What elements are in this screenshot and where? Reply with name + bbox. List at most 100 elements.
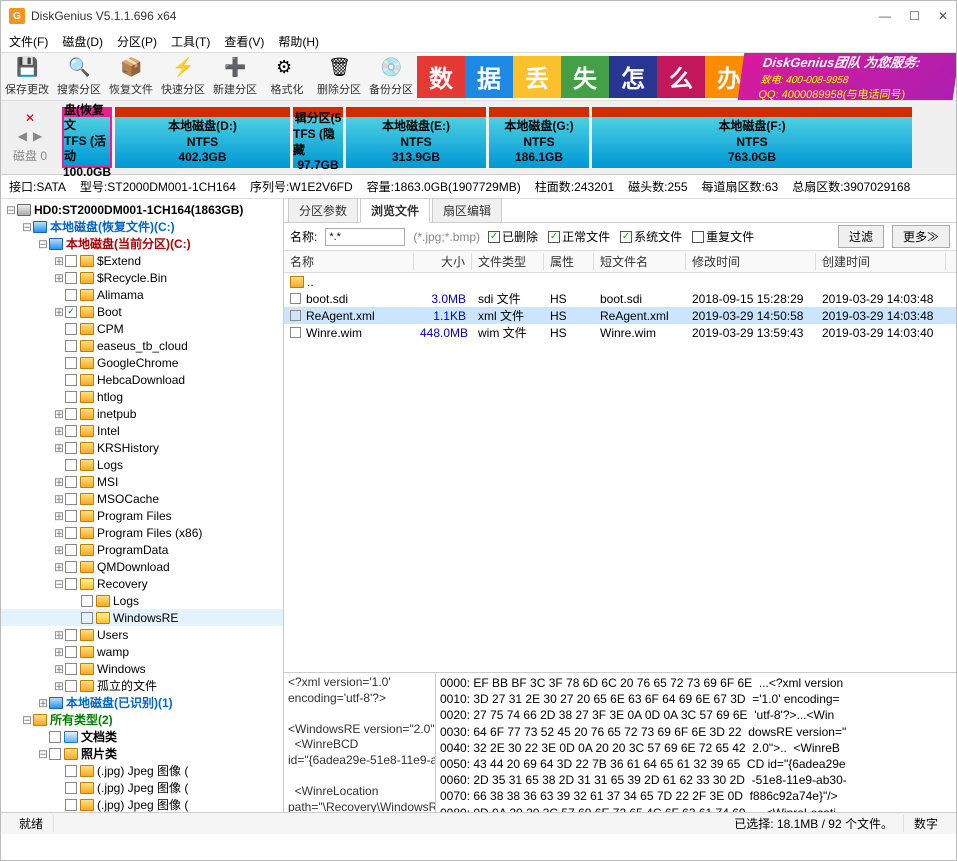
checkbox-icon[interactable] — [290, 327, 301, 338]
partition-box[interactable]: 本地磁盘(D:)NTFS402.3GB — [115, 107, 290, 168]
maximize-button[interactable]: ☐ — [909, 9, 920, 23]
checkbox-icon[interactable] — [65, 289, 77, 301]
checkbox-icon[interactable] — [65, 680, 77, 692]
column-header[interactable]: 属性 — [544, 253, 594, 270]
checkbox-icon[interactable] — [65, 476, 77, 488]
checkbox-icon[interactable] — [65, 663, 77, 675]
tree-node[interactable]: (.jpg) Jpeg 图像 ( — [1, 779, 283, 796]
filter-button[interactable]: 过滤 — [838, 225, 884, 248]
checkbox-icon[interactable] — [65, 799, 77, 811]
more-button[interactable]: 更多≫ — [892, 225, 950, 248]
filter-checkbox[interactable]: 重复文件 — [692, 228, 754, 245]
checkbox-icon[interactable] — [65, 782, 77, 794]
partition-box[interactable]: 辑分区(5TFS (隐藏97.7GB — [293, 107, 343, 168]
partition-box[interactable]: 本地磁盘(E:)NTFS313.9GB — [346, 107, 486, 168]
checkbox-icon[interactable] — [65, 561, 77, 573]
file-list[interactable]: ..boot.sdi3.0MBsdi 文件HSboot.sdi2018-09-1… — [284, 273, 956, 672]
tree-node[interactable]: ⊞QMDownload — [1, 558, 283, 575]
tree-node[interactable]: ⊟Recovery — [1, 575, 283, 592]
tree-node[interactable]: Logs — [1, 592, 283, 609]
filter-checkbox[interactable]: ✓系统文件 — [620, 228, 682, 245]
checkbox-icon[interactable] — [49, 748, 61, 760]
checkbox-icon[interactable] — [65, 255, 77, 267]
parent-dir-row[interactable]: .. — [284, 273, 956, 290]
tree-node[interactable]: ⊟HD0:ST2000DM001-1CH164(1863GB) — [1, 201, 283, 218]
checkbox-icon[interactable] — [290, 310, 301, 321]
checkbox-icon[interactable] — [49, 731, 61, 743]
column-header[interactable]: 创建时间 — [816, 253, 946, 270]
column-header[interactable]: 大小 — [414, 253, 472, 270]
checkbox-icon[interactable] — [65, 272, 77, 284]
checkbox-icon[interactable] — [81, 595, 93, 607]
prev-disk-icon[interactable]: ◀ — [18, 129, 27, 143]
tree-node[interactable]: ⊟本地磁盘(当前分区)(C:) — [1, 235, 283, 252]
close-button[interactable]: ✕ — [938, 9, 948, 23]
column-header[interactable]: 名称 — [284, 253, 414, 270]
checkbox-icon[interactable]: ✓ — [65, 306, 77, 318]
file-row[interactable]: ReAgent.xml1.1KBxml 文件HSReAgent.xml2019-… — [284, 307, 956, 324]
checkbox-icon[interactable] — [65, 544, 77, 556]
tree-node[interactable]: ⊞✓Boot — [1, 303, 283, 320]
toolbar-button[interactable]: ⚡快速分区 — [157, 57, 209, 97]
checkbox-icon[interactable] — [65, 629, 77, 641]
next-disk-icon[interactable]: ▶ — [33, 129, 42, 143]
partition-box[interactable]: 本地磁盘(G:)NTFS186.1GB — [489, 107, 589, 168]
file-row[interactable]: boot.sdi3.0MBsdi 文件HSboot.sdi2018-09-15 … — [284, 290, 956, 307]
tree-node[interactable]: ⊞ProgramData — [1, 541, 283, 558]
checkbox-icon[interactable] — [65, 357, 77, 369]
tree-node[interactable]: Alimama — [1, 286, 283, 303]
menu-item[interactable]: 帮助(H) — [278, 33, 319, 50]
tree-node[interactable]: ⊞MSOCache — [1, 490, 283, 507]
toolbar-button[interactable]: 🗑删除分区 — [313, 57, 365, 97]
tab[interactable]: 分区参数 — [288, 198, 358, 222]
checkbox-icon[interactable] — [65, 459, 77, 471]
tree-node[interactable]: ⊞Program Files (x86) — [1, 524, 283, 541]
tree-node[interactable]: ⊞本地磁盘(已识别)(1) — [1, 694, 283, 711]
checkbox-icon[interactable] — [65, 510, 77, 522]
tab[interactable]: 扇区编辑 — [432, 198, 502, 222]
tree-node[interactable]: ⊞Windows — [1, 660, 283, 677]
menu-item[interactable]: 分区(P) — [117, 33, 157, 50]
tree-node[interactable]: easeus_tb_cloud — [1, 337, 283, 354]
tree-node[interactable]: htlog — [1, 388, 283, 405]
checkbox-icon[interactable] — [65, 340, 77, 352]
toolbar-button[interactable]: 💿备份分区 — [365, 57, 417, 97]
tab[interactable]: 浏览文件 — [360, 198, 430, 223]
menu-item[interactable]: 磁盘(D) — [62, 33, 103, 50]
tree-node[interactable]: GoogleChrome — [1, 354, 283, 371]
toolbar-button[interactable]: 💾保存更改 — [1, 57, 53, 97]
filter-checkbox[interactable]: ✓已删除 — [488, 228, 538, 245]
filter-checkbox[interactable]: ✓正常文件 — [548, 228, 610, 245]
checkbox-icon[interactable] — [65, 646, 77, 658]
tree-node[interactable]: HebcaDownload — [1, 371, 283, 388]
column-header[interactable]: 短文件名 — [594, 253, 686, 270]
file-list-header[interactable]: 名称大小文件类型属性短文件名修改时间创建时间 — [284, 251, 956, 273]
tree-node[interactable]: ⊞Program Files — [1, 507, 283, 524]
checkbox-icon[interactable] — [65, 374, 77, 386]
checkbox-icon[interactable] — [65, 527, 77, 539]
checkbox-icon[interactable] — [290, 293, 301, 304]
tree-node[interactable]: ⊞孤立的文件 — [1, 677, 283, 694]
directory-tree[interactable]: ⊟HD0:ST2000DM001-1CH164(1863GB)⊟本地磁盘(恢复文… — [1, 199, 284, 812]
name-filter-input[interactable] — [325, 228, 405, 246]
tree-node[interactable]: ⊞$Recycle.Bin — [1, 269, 283, 286]
tree-node[interactable]: ⊞inetpub — [1, 405, 283, 422]
checkbox-icon[interactable] — [65, 323, 77, 335]
file-row[interactable]: Winre.wim448.0MBwim 文件HSWinre.wim2019-03… — [284, 324, 956, 341]
tree-node[interactable]: ⊟照片类 — [1, 745, 283, 762]
checkbox-icon[interactable] — [65, 765, 77, 777]
tree-node[interactable]: ⊞KRSHistory — [1, 439, 283, 456]
toolbar-button[interactable]: 🔍搜索分区 — [53, 57, 105, 97]
tree-node[interactable]: ⊞Users — [1, 626, 283, 643]
checkbox-icon[interactable] — [65, 578, 77, 590]
tree-node[interactable]: WindowsRE — [1, 609, 283, 626]
checkbox-icon[interactable] — [65, 425, 77, 437]
tree-node[interactable]: 文档类 — [1, 728, 283, 745]
tree-node[interactable]: CPM — [1, 320, 283, 337]
checkbox-icon[interactable] — [65, 391, 77, 403]
toolbar-button[interactable]: ⚙格式化 — [261, 57, 313, 97]
checkbox-icon[interactable] — [65, 442, 77, 454]
menu-item[interactable]: 工具(T) — [171, 33, 210, 50]
tree-node[interactable]: ⊟所有类型(2) — [1, 711, 283, 728]
column-header[interactable]: 修改时间 — [686, 253, 816, 270]
